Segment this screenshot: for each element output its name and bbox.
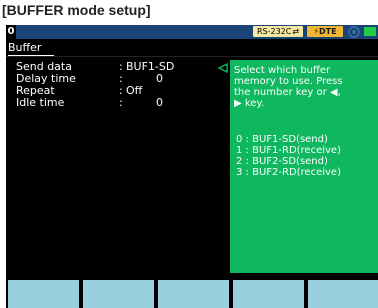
- divider: [6, 56, 378, 57]
- help-options: 0 : BUF1-SD(send) 1 : BUF1-RD(receive) 2…: [236, 134, 376, 178]
- option-item: 0 : BUF1-SD(send): [236, 134, 328, 145]
- setting-idle-time[interactable]: Idle time : 0: [16, 97, 236, 109]
- figure-caption: [BUFFER mode setup]: [2, 2, 151, 18]
- function-key-4[interactable]: [233, 280, 304, 308]
- tab-buffer[interactable]: Buffer: [8, 41, 54, 56]
- help-line: the number key or ◀,: [234, 87, 341, 98]
- tab-label: Buffer: [8, 41, 42, 54]
- interface-badge: RS-232C⇄: [253, 26, 303, 37]
- setting-value: Off: [126, 84, 143, 97]
- interface-label: RS-232C: [256, 27, 292, 36]
- function-key-5[interactable]: [308, 280, 378, 308]
- connector-arrow-icon: ⇄: [292, 27, 300, 36]
- function-key-bar: [6, 278, 378, 308]
- setting-label: Idle time: [16, 96, 65, 109]
- setting-value: 0: [156, 96, 163, 109]
- dte-badge: ⚡DTE: [307, 26, 343, 37]
- status-bar: 0 RS-232C⇄ ⚡DTE: [6, 25, 378, 39]
- option-item: 1 : BUF1-RD(receive): [236, 145, 341, 156]
- help-line: Select which buffer: [234, 65, 331, 76]
- device-screen: 0 RS-232C⇄ ⚡DTE Buffer Send data : BUF1-…: [6, 25, 378, 308]
- help-line: ▶ key.: [234, 98, 265, 109]
- setting-colon: :: [119, 96, 123, 109]
- function-key-1[interactable]: [8, 280, 79, 308]
- settings-list: Send data : BUF1-SD Delay time : 0 Repea…: [16, 61, 236, 109]
- setting-value: BUF1-SD: [126, 60, 175, 73]
- help-line: memory to use. Press: [234, 76, 343, 87]
- dte-label: DTE: [319, 27, 337, 36]
- help-message: Select which buffer memory to use. Press…: [234, 65, 376, 109]
- status-led-icon: [364, 27, 376, 36]
- function-key-3[interactable]: [158, 280, 229, 308]
- setting-value: 0: [156, 72, 163, 85]
- selection-pointer-icon: [218, 63, 228, 73]
- link-status-icon: [348, 26, 360, 38]
- option-item: 3 : BUF2-RD(receive): [236, 167, 341, 178]
- function-key-2[interactable]: [83, 280, 154, 308]
- help-panel: Select which buffer memory to use. Press…: [230, 60, 378, 273]
- option-item: 2 : BUF2-SD(send): [236, 156, 328, 167]
- channel-indicator: 0: [6, 25, 16, 39]
